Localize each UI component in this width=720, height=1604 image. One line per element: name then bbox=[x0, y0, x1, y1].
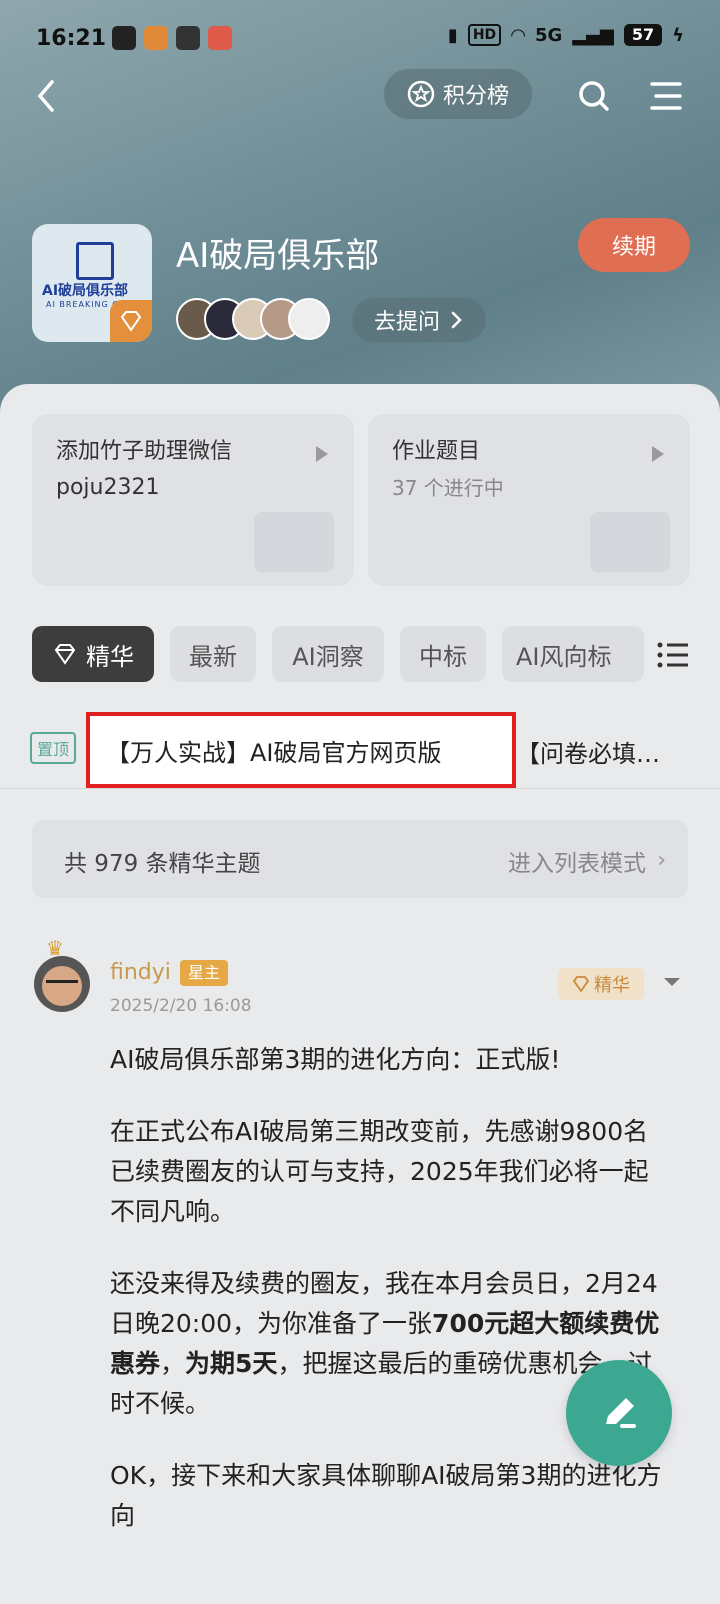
card-title: 作业题目 bbox=[392, 439, 481, 464]
signal-label: 5G bbox=[535, 24, 563, 46]
logo-mark bbox=[76, 242, 114, 280]
missed-call-icon bbox=[176, 26, 200, 50]
card-title-line1: 添加竹子助理微信 bbox=[56, 439, 233, 464]
owner-badge: 星主 bbox=[180, 960, 229, 986]
card-title-line2: poju2321 bbox=[56, 475, 160, 500]
post-content[interactable]: AI破局俱乐部第3期的进化方向：正式版! 在正式公布AI破局第三期改变前，先感谢… bbox=[110, 1040, 670, 1568]
card-subtitle: 37 个进行中 bbox=[392, 476, 504, 500]
compose-button[interactable] bbox=[566, 1360, 672, 1466]
avatar[interactable] bbox=[34, 956, 90, 1012]
play-arrow-icon bbox=[652, 446, 664, 462]
bold-text: 为期5天 bbox=[185, 1349, 278, 1378]
essence-badge-label: 精华 bbox=[594, 975, 630, 996]
pencil-icon bbox=[606, 1398, 636, 1428]
menu-icon bbox=[650, 82, 682, 110]
pinned-tag: 置顶 bbox=[30, 732, 76, 764]
menu-button[interactable] bbox=[646, 76, 686, 116]
more-options-icon[interactable] bbox=[664, 978, 680, 986]
essence-badge: 精华 bbox=[558, 968, 644, 1000]
tab-ai-insight[interactable]: AI洞察 bbox=[272, 626, 384, 682]
diamond-icon bbox=[54, 644, 76, 665]
post-time: 2025/2/20 16:08 bbox=[110, 996, 252, 1016]
search-icon bbox=[579, 81, 609, 111]
tab-ai-trend[interactable]: AI风向标 bbox=[502, 626, 644, 682]
list-mode-link[interactable]: 进入列表模式 bbox=[508, 844, 646, 878]
diamond-icon bbox=[572, 976, 590, 992]
tab-label: 精华 bbox=[86, 642, 134, 671]
text-span: ， bbox=[160, 1349, 186, 1378]
stack-decoration-icon bbox=[254, 512, 334, 572]
post-paragraph: OK，接下来和大家具体聊聊AI破局第3期的进化方向 bbox=[110, 1461, 662, 1530]
assistant-wechat-card[interactable]: 添加竹子助理微信 poju2321 bbox=[32, 414, 354, 586]
pinned-topic-official-web[interactable]: 【万人实战】AI破局官方网页版 bbox=[86, 712, 516, 788]
leaderboard-button[interactable]: 积分榜 bbox=[384, 69, 532, 119]
wifi-icon: ◠ bbox=[511, 24, 526, 46]
crown-icon: ♛ bbox=[46, 936, 64, 960]
card-title: 添加竹子助理微信 poju2321 bbox=[56, 434, 232, 506]
post-paragraph: AI破局俱乐部第3期的进化方向：正式版! bbox=[110, 1045, 561, 1074]
avatar-glasses bbox=[46, 980, 78, 991]
signal-icon: ▂▄▆ bbox=[572, 24, 614, 46]
tab-latest[interactable]: 最新 bbox=[170, 626, 256, 682]
search-button[interactable] bbox=[574, 76, 614, 116]
group-title: AI破局俱乐部 bbox=[176, 236, 380, 276]
chevron-right-icon bbox=[451, 311, 462, 329]
play-arrow-icon bbox=[316, 446, 328, 462]
document-decoration-icon bbox=[590, 512, 670, 572]
status-time: 16:21 bbox=[36, 26, 107, 51]
game-app-icon bbox=[208, 26, 232, 50]
post-author[interactable]: findyi bbox=[110, 960, 171, 985]
vibrate-icon: ▮ bbox=[447, 24, 458, 46]
star-circle-icon bbox=[407, 80, 435, 108]
battery-level: 57 bbox=[623, 24, 663, 46]
status-bar: 16:21 ▮ HD ◠ 5G ▂▄▆ 57 ϟ bbox=[36, 22, 684, 62]
topic-tabs: 精华 最新 AI洞察 中标 AI风向标 bbox=[32, 626, 712, 682]
charging-icon: ϟ bbox=[672, 24, 684, 46]
logo-title: AI破局俱乐部 bbox=[42, 283, 129, 299]
app-notification-icon bbox=[144, 26, 168, 50]
chevron-right-icon: › bbox=[657, 848, 666, 873]
chevron-left-icon bbox=[37, 80, 54, 112]
ask-question-label: 去提问 bbox=[373, 310, 440, 335]
group-logo[interactable]: AI破局俱乐部 AI BREAKING CLUB bbox=[32, 224, 152, 342]
avatar bbox=[288, 298, 330, 340]
top-navigation: 积分榜 bbox=[0, 68, 720, 124]
tab-essence[interactable]: 精华 bbox=[32, 626, 154, 682]
back-button[interactable] bbox=[28, 76, 68, 116]
member-avatars[interactable] bbox=[176, 298, 336, 340]
status-app-icons bbox=[112, 26, 232, 50]
list-icon bbox=[657, 642, 688, 668]
pinned-topic-survey[interactable]: 【问卷必填… bbox=[516, 734, 660, 769]
pinned-topics: 置顶 【万人实战】AI破局官方网页版 【问卷必填… bbox=[0, 712, 720, 789]
tab-bid[interactable]: 中标 bbox=[400, 626, 486, 682]
post-paragraph: 在正式公布AI破局第三期改变前，先感谢9800名已续费圈友的认可与支持，2025… bbox=[110, 1117, 649, 1226]
essence-count: 共 979 条精华主题 bbox=[64, 851, 261, 877]
leaderboard-label: 积分榜 bbox=[442, 84, 509, 109]
homework-card[interactable]: 作业题目 37 个进行中 bbox=[368, 414, 690, 586]
renew-button[interactable]: 续期 bbox=[578, 218, 690, 272]
hd-icon: HD bbox=[467, 24, 502, 46]
essence-summary-bar[interactable]: 共 979 条精华主题 进入列表模式 › bbox=[32, 820, 688, 898]
group-header-background bbox=[0, 0, 720, 420]
ask-question-button[interactable]: 去提问 bbox=[352, 298, 486, 342]
diamond-badge-icon bbox=[110, 300, 152, 342]
wechat-icon bbox=[112, 26, 136, 50]
tab-list-button[interactable] bbox=[656, 640, 690, 670]
